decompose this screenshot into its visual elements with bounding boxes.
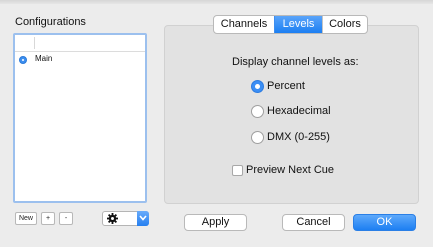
list-item[interactable]: Main	[15, 53, 145, 67]
list-header	[15, 35, 145, 52]
column-separator	[34, 37, 35, 49]
tab-colors[interactable]: Colors	[322, 16, 367, 33]
apply-button[interactable]: Apply	[184, 214, 247, 231]
ok-button[interactable]: OK	[353, 214, 416, 231]
cancel-button[interactable]: Cancel	[282, 214, 345, 231]
remove-configuration-button[interactable]: -	[59, 212, 73, 225]
preview-next-cue-checkbox[interactable]	[232, 165, 243, 176]
window-top-edge	[0, 0, 433, 4]
hexadecimal-label[interactable]: Hexadecimal	[267, 105, 331, 117]
tab-bar: Channels Levels Colors	[213, 15, 368, 34]
tab-levels[interactable]: Levels	[274, 16, 322, 33]
chevron-down-icon	[137, 211, 149, 226]
tab-channels[interactable]: Channels	[214, 16, 274, 33]
dmx-radio[interactable]	[251, 131, 264, 144]
configurations-list[interactable]: Main	[13, 33, 147, 203]
percent-radio[interactable]	[251, 80, 264, 93]
dmx-label[interactable]: DMX (0-255)	[267, 131, 330, 143]
preview-next-cue-label[interactable]: Preview Next Cue	[246, 164, 334, 176]
selected-indicator-icon[interactable]	[19, 56, 27, 64]
new-configuration-button[interactable]: New	[15, 212, 37, 225]
action-menu-popup[interactable]	[102, 211, 149, 226]
display-levels-prompt: Display channel levels as:	[232, 56, 359, 68]
percent-label[interactable]: Percent	[267, 80, 305, 92]
hexadecimal-radio[interactable]	[251, 105, 264, 118]
configurations-title: Configurations	[15, 16, 86, 28]
add-configuration-button[interactable]: +	[41, 212, 55, 225]
configuration-name: Main	[35, 54, 53, 63]
gear-icon	[107, 213, 118, 224]
